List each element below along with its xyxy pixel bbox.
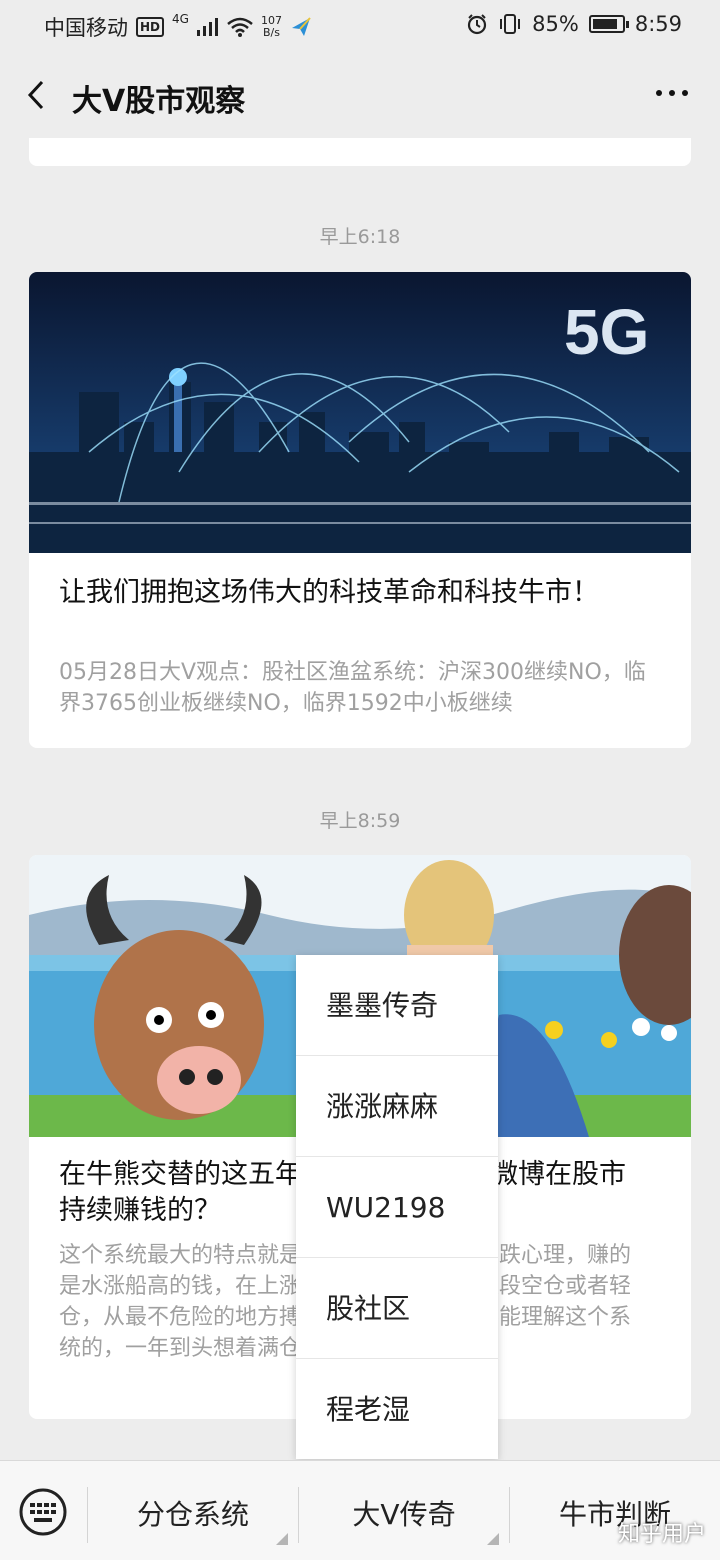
- page-title: 大V股市观察: [72, 84, 246, 119]
- hd-badge: HD: [136, 17, 165, 37]
- more-options-icon[interactable]: [656, 90, 688, 96]
- bottom-menu-bar: 分仓系统 大V传奇 牛市判断 知乎用户: [0, 1460, 720, 1560]
- previous-article-card[interactable]: [29, 138, 691, 166]
- alarm-icon: [468, 14, 487, 35]
- message-timestamp: 早上6:18: [319, 226, 401, 248]
- submenu-item[interactable]: 墨墨传奇: [296, 955, 498, 1056]
- network-type: 4G: [172, 12, 189, 26]
- clock: 8:59: [634, 12, 682, 36]
- carrier-label: 中国移动: [44, 16, 128, 40]
- watermark: 知乎用户: [617, 1522, 706, 1547]
- vibrate-icon: [500, 14, 521, 34]
- message-timestamp: 早上8:59: [319, 810, 401, 832]
- title-bar: 大V股市观察: [0, 52, 720, 138]
- status-bar: 中国移动 HD 4G 107 B/s 85% 8:59: [0, 0, 720, 52]
- back-arrow-icon[interactable]: [24, 80, 50, 110]
- article-card[interactable]: 5G 让我们拥抱这场伟大的科技革命和科技牛市！ 05月28日大V观点：股社区渔盆…: [29, 272, 691, 748]
- article-summary: 05月28日大V观点：股社区渔盆系统：沪深300继续NO，临界3765创业板继续…: [59, 660, 646, 716]
- signal-icon: [196, 18, 218, 36]
- battery-icon: [588, 15, 629, 33]
- wifi-icon: [227, 17, 253, 37]
- battery-percent: 85%: [532, 12, 579, 36]
- article-title: 让我们拥抱这场伟大的科技革命和科技牛市！: [59, 577, 599, 608]
- submenu-item[interactable]: 程老湿: [296, 1359, 498, 1460]
- article-cover-image: 5G: [29, 272, 691, 553]
- submenu-popup: 墨墨传奇 涨涨麻麻 WU2198 股社区 程老湿: [296, 955, 498, 1459]
- submenu-item[interactable]: 股社区: [296, 1258, 498, 1359]
- menu-button-fencang[interactable]: 分仓系统: [88, 1481, 298, 1549]
- cover-text: 5G: [564, 296, 649, 368]
- keyboard-icon[interactable]: [18, 1487, 68, 1537]
- menu-button-dav[interactable]: 大V传奇: [299, 1481, 509, 1549]
- submenu-item[interactable]: WU2198: [296, 1157, 498, 1258]
- app-notification-icon: [291, 17, 311, 36]
- submenu-item[interactable]: 涨涨麻麻: [296, 1056, 498, 1157]
- net-speed: 107 B/s: [260, 14, 282, 39]
